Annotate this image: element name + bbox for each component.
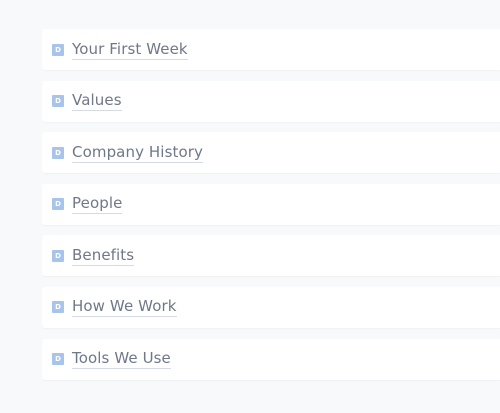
document-row-values[interactable]: D Values: [42, 80, 500, 122]
document-icon: D: [52, 249, 64, 262]
document-link-benefits[interactable]: Benefits: [72, 246, 135, 266]
document-link-tools-we-use[interactable]: Tools We Use: [72, 349, 171, 370]
document-row-your-first-week[interactable]: D Your First Week: [42, 29, 500, 70]
document-icon: D: [52, 198, 64, 211]
document-row-tools-we-use[interactable]: D Tools We Use: [42, 338, 500, 380]
document-link-company-history[interactable]: Company History: [72, 143, 203, 163]
document-row-company-history[interactable]: D Company History: [42, 132, 500, 174]
document-icon: D: [52, 146, 64, 159]
document-row-how-we-work[interactable]: D How We Work: [42, 286, 500, 328]
document-row-people[interactable]: D People: [42, 183, 500, 225]
document-link-people[interactable]: People: [72, 194, 123, 215]
document-link-how-we-work[interactable]: How We Work: [72, 297, 177, 318]
document-icon: D: [52, 43, 64, 56]
document-icon: D: [52, 353, 64, 366]
document-link-your-first-week[interactable]: Your First Week: [72, 40, 188, 60]
document-row-benefits[interactable]: D Benefits: [42, 235, 500, 277]
document-icon: D: [52, 95, 64, 108]
document-link-values[interactable]: Values: [72, 91, 122, 112]
document-list: D Your First Week D Values D Company His…: [42, 29, 500, 390]
document-icon: D: [52, 301, 64, 314]
